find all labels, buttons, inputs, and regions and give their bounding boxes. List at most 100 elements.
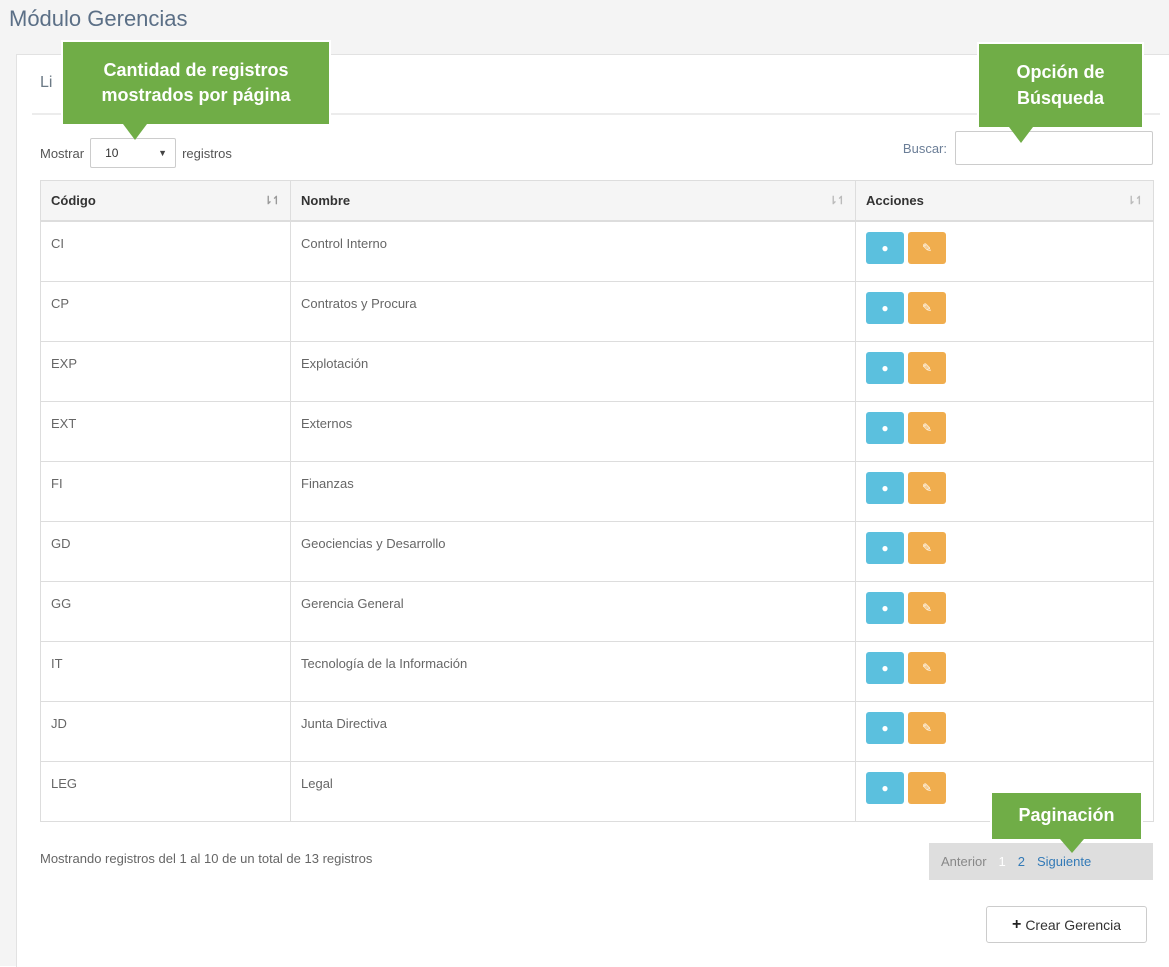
cell-acciones: ● ✎	[855, 460, 1154, 522]
eye-icon: ●	[881, 540, 889, 555]
eye-icon: ●	[881, 780, 889, 795]
pencil-icon: ✎	[921, 780, 933, 795]
length-control: Mostrar 10 ▼ registros	[40, 138, 232, 168]
view-button[interactable]: ●	[866, 411, 904, 444]
pencil-icon: ✎	[921, 420, 933, 435]
table-row: IT Tecnología de la Información ● ✎	[40, 640, 1154, 702]
search-label: Buscar:	[902, 140, 947, 156]
view-button[interactable]: ●	[866, 471, 904, 504]
cell-nombre: Tecnología de la Información	[290, 640, 856, 702]
pagination-page-1[interactable]: 1	[993, 854, 1012, 869]
cell-nombre: Explotación	[290, 340, 856, 402]
pagination-previous[interactable]: Anterior	[935, 854, 993, 869]
table-row: CI Control Interno ● ✎	[40, 220, 1154, 282]
cell-nombre: Control Interno	[290, 220, 856, 282]
cell-nombre: Geociencias y Desarrollo	[290, 520, 856, 582]
cell-codigo: EXP	[40, 340, 291, 402]
create-gerencia-label: Crear Gerencia	[1025, 916, 1122, 933]
cell-nombre: Finanzas	[290, 460, 856, 522]
edit-button[interactable]: ✎	[908, 232, 946, 264]
cell-acciones: ● ✎	[855, 580, 1154, 642]
eye-icon: ●	[881, 720, 889, 735]
pencil-icon: ✎	[921, 300, 933, 315]
cell-nombre: Junta Directiva	[290, 700, 856, 762]
edit-button[interactable]: ✎	[908, 411, 946, 444]
pencil-icon: ✎	[921, 540, 933, 555]
table-row: GG Gerencia General ● ✎	[40, 580, 1154, 642]
view-button[interactable]: ●	[866, 771, 904, 804]
view-button[interactable]: ●	[866, 651, 904, 684]
eye-icon: ●	[881, 300, 889, 315]
edit-button[interactable]: ✎	[908, 711, 946, 744]
column-header-acciones[interactable]: Acciones ⇂↿	[855, 180, 1154, 222]
eye-icon: ●	[881, 600, 889, 615]
callout-length: Cantidad de registros mostrados por pági…	[61, 40, 331, 140]
edit-button[interactable]: ✎	[908, 351, 946, 384]
pagination-next[interactable]: Siguiente	[1031, 854, 1097, 869]
page-length-select[interactable]: 10 ▼	[90, 138, 177, 168]
plus-icon: +	[1011, 915, 1022, 933]
cell-codigo: CP	[40, 280, 291, 342]
pencil-icon: ✎	[921, 660, 933, 675]
cell-codigo: JD	[40, 700, 291, 762]
edit-button[interactable]: ✎	[908, 591, 946, 624]
view-button[interactable]: ●	[866, 232, 904, 264]
cell-codigo: EXT	[40, 400, 291, 462]
cell-codigo: FI	[40, 460, 291, 522]
pencil-icon: ✎	[921, 480, 933, 495]
table-row: JD Junta Directiva ● ✎	[40, 700, 1154, 762]
table-header-row: Código ⇂↿ Nombre ⇂↿ Acciones ⇂↿	[40, 180, 1154, 222]
edit-button[interactable]: ✎	[908, 531, 946, 564]
cell-nombre: Gerencia General	[290, 580, 856, 642]
eye-icon: ●	[881, 480, 889, 495]
edit-button[interactable]: ✎	[908, 771, 946, 804]
cell-acciones: ● ✎	[855, 520, 1154, 582]
eye-icon: ●	[881, 420, 889, 435]
cell-acciones: ● ✎	[855, 220, 1154, 282]
edit-button[interactable]: ✎	[908, 651, 946, 684]
cell-codigo: IT	[40, 640, 291, 702]
pencil-icon: ✎	[921, 360, 933, 375]
cell-codigo: LEG	[40, 760, 291, 822]
column-header-nombre[interactable]: Nombre ⇂↿	[290, 180, 856, 222]
search-input[interactable]	[955, 131, 1153, 165]
cell-acciones: ● ✎	[855, 700, 1154, 762]
column-header-codigo[interactable]: Código ⇂↿	[40, 180, 291, 222]
cell-codigo: GD	[40, 520, 291, 582]
view-button[interactable]: ●	[866, 711, 904, 744]
view-button[interactable]: ●	[866, 531, 904, 564]
panel-heading: Li	[40, 74, 53, 91]
view-button[interactable]: ●	[866, 591, 904, 624]
pagination: Anterior 1 2 Siguiente	[929, 843, 1153, 880]
cell-codigo: GG	[40, 580, 291, 642]
edit-button[interactable]: ✎	[908, 471, 946, 504]
edit-button[interactable]: ✎	[908, 291, 946, 324]
eye-icon: ●	[881, 360, 889, 375]
cell-nombre: Externos	[290, 400, 856, 462]
cell-acciones: ● ✎	[855, 640, 1154, 702]
eye-icon: ●	[881, 241, 889, 255]
create-gerencia-button[interactable]: + Crear Gerencia	[986, 906, 1147, 943]
table-row: EXP Explotación ● ✎	[40, 340, 1154, 402]
table-row: GD Geociencias y Desarrollo ● ✎	[40, 520, 1154, 582]
callout-search: Opción de Búsqueda	[977, 42, 1144, 143]
table-row: CP Contratos y Procura ● ✎	[40, 280, 1154, 342]
callout-pagination: Paginación	[990, 791, 1143, 853]
page-length-value: 10	[105, 146, 119, 160]
cell-acciones: ● ✎	[855, 340, 1154, 402]
eye-icon: ●	[881, 660, 889, 675]
length-label-before: Mostrar	[40, 145, 85, 161]
sort-icon: ⇂↿	[828, 195, 846, 207]
table-info: Mostrando registros del 1 al 10 de un to…	[40, 851, 373, 866]
length-label-after: registros	[182, 145, 232, 161]
table-row: FI Finanzas ● ✎	[40, 460, 1154, 522]
view-button[interactable]: ●	[866, 351, 904, 384]
pencil-icon: ✎	[921, 600, 933, 615]
view-button[interactable]: ●	[866, 291, 904, 324]
pagination-page-2[interactable]: 2	[1012, 854, 1031, 869]
table-row: LEG Legal ● ✎	[40, 760, 1154, 822]
cell-nombre: Contratos y Procura	[290, 280, 856, 342]
cell-acciones: ● ✎	[855, 400, 1154, 462]
sort-ascending-icon: ⇂↿	[263, 195, 281, 207]
table-row: EXT Externos ● ✎	[40, 400, 1154, 462]
